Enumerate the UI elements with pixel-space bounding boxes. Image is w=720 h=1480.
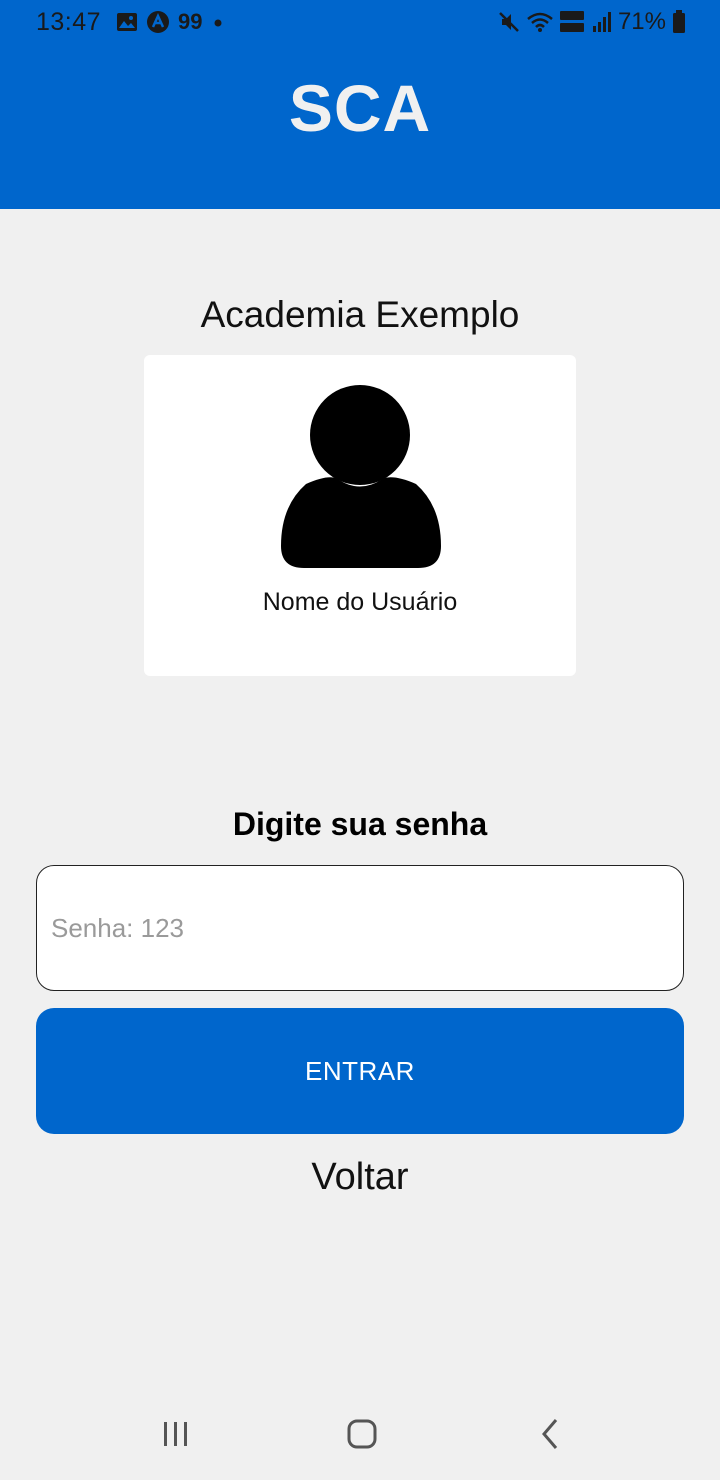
user-card: Nome do Usuário	[144, 355, 576, 676]
password-input[interactable]	[36, 865, 684, 991]
navigation-bar	[0, 1396, 720, 1480]
app-header: 13:47 99 71% SCA	[0, 0, 720, 209]
status-bar: 13:47 99 71%	[0, 0, 720, 44]
back-icon[interactable]	[526, 1414, 574, 1454]
back-link[interactable]: Voltar	[0, 1156, 720, 1199]
status-left-icons: 99	[116, 9, 226, 35]
battery-icon	[673, 10, 685, 33]
app-a-icon	[147, 11, 169, 33]
status-right-icons: 71%	[498, 8, 686, 36]
gallery-icon	[117, 13, 137, 31]
notification-99-icon: 99	[178, 9, 203, 34]
recent-apps-icon[interactable]	[152, 1414, 200, 1454]
battery-percent: 71%	[617, 8, 666, 35]
academy-name: Academia Exemplo	[200, 294, 520, 335]
user-avatar-icon	[281, 374, 441, 568]
status-time: 13:47	[36, 8, 102, 36]
home-icon[interactable]	[338, 1414, 386, 1454]
signal-icon	[592, 12, 611, 32]
dot-icon	[214, 19, 222, 27]
volte-lte-icon	[559, 11, 584, 32]
user-name: Nome do Usuário	[262, 588, 458, 616]
mute-icon	[499, 12, 519, 32]
password-prompt: Digite sua senha	[232, 806, 488, 842]
app-title: SCA	[288, 71, 432, 145]
wifi-icon	[527, 12, 553, 32]
enter-button[interactable]: ENTRAR	[36, 1008, 684, 1134]
